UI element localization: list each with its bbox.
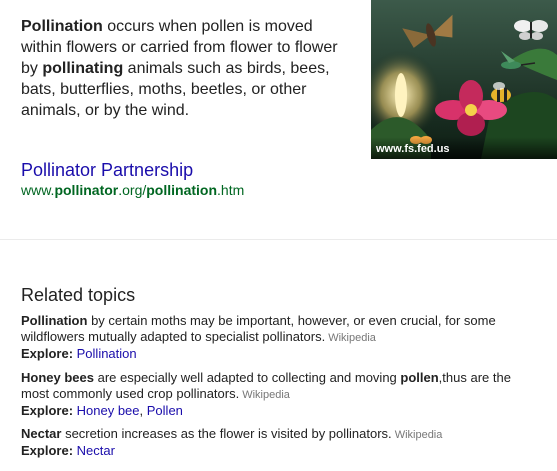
explore-link-nectar[interactable]: Nectar — [77, 443, 115, 458]
pollinators-illustration — [371, 0, 557, 159]
topic-text: Honey bees are especially well adapted t… — [21, 370, 521, 403]
related-topic-pollination: Pollination by certain moths may be impo… — [21, 313, 521, 362]
topic-description: are especially well adapted to collectin… — [93, 370, 401, 385]
url-part-1: www. — [21, 182, 55, 198]
explore-row: Explore: Honey bee, Pollen — [21, 403, 183, 418]
related-topic-nectar: Nectar secretion increases as the flower… — [21, 426, 521, 459]
wikipedia-source: Wikipedia — [242, 389, 290, 401]
topic-description: secretion increases as the flower is vis… — [61, 426, 392, 441]
explore-link-pollination[interactable]: Pollination — [77, 346, 137, 361]
topic-text: Nectar secretion increases as the flower… — [21, 426, 521, 443]
source-title-link[interactable]: Pollinator Partnership — [21, 160, 193, 181]
related-topics-heading: Related topics — [21, 285, 136, 305]
snippet-term: Pollination — [21, 18, 103, 35]
explore-label: Explore — [21, 443, 69, 458]
snippet-term-2: pollinating — [42, 60, 124, 77]
explore-link-honey-bee[interactable]: Honey bee — [77, 403, 140, 418]
image-caption: www.fs.fed.us — [371, 137, 557, 159]
section-divider — [0, 239, 557, 240]
explore-row: Explore: Pollination — [21, 346, 137, 361]
link-separator: , — [139, 403, 147, 418]
topic-text: Pollination by certain moths may be impo… — [21, 313, 521, 346]
url-part-2: pollinator — [54, 182, 119, 198]
snippet-text: Pollination occurs when pollen is moved … — [21, 16, 351, 121]
image-caption-text: www.fs.fed.us — [376, 143, 450, 155]
wikipedia-source: Wikipedia — [394, 429, 443, 441]
explore-label: Explore — [21, 403, 69, 418]
topic-description: by certain moths may be important, howev… — [21, 313, 496, 344]
url-part-4: pollination — [146, 182, 218, 198]
explore-label: Explore — [21, 346, 69, 361]
topic-term: Nectar — [21, 426, 62, 441]
wikipedia-source: Wikipedia — [328, 332, 376, 344]
explore-link-pollen[interactable]: Pollen — [147, 403, 183, 418]
hero-image[interactable]: www.fs.fed.us — [371, 0, 557, 159]
topic-term: Pollination — [21, 313, 88, 328]
topic-term: Honey bees — [21, 370, 94, 385]
source-url: www.pollinator.org/pollination.htm — [21, 182, 244, 198]
explore-row: Explore: Nectar — [21, 443, 115, 458]
url-part-3: .org/ — [118, 182, 147, 198]
topic-term-2: pollen — [400, 370, 439, 385]
url-part-5: .htm — [217, 182, 245, 198]
related-topic-honey-bees: Honey bees are especially well adapted t… — [21, 370, 521, 419]
